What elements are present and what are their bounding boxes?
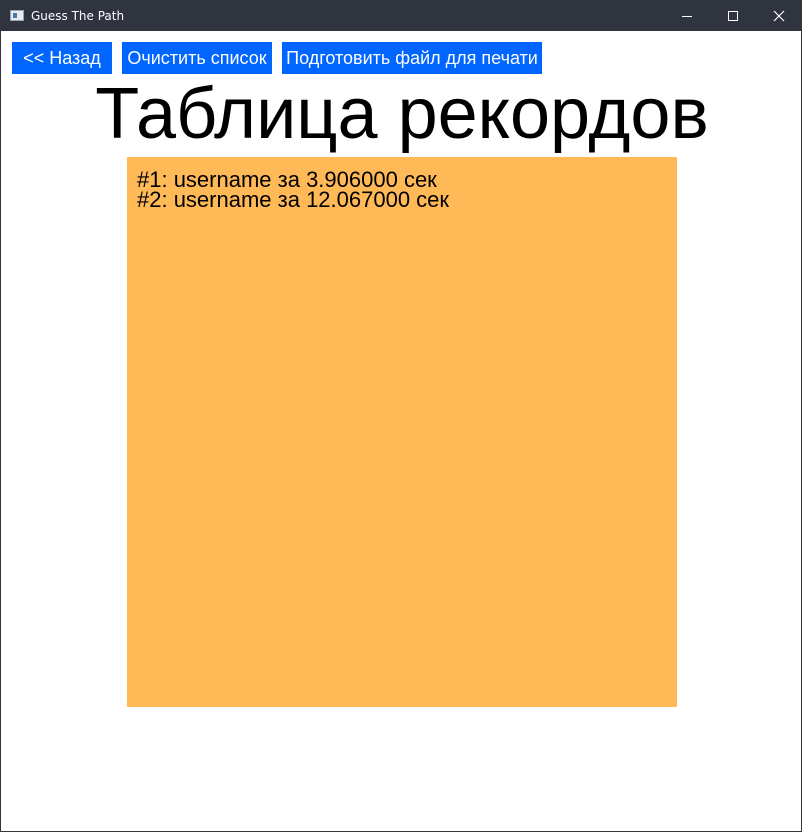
page-title: Таблица рекордов xyxy=(95,74,709,154)
back-button[interactable]: << Назад xyxy=(12,42,112,74)
records-panel: #1: username за 3.906000 сек #2: usernam… xyxy=(127,157,677,707)
close-icon[interactable] xyxy=(756,1,802,31)
app-window: Guess The Path << Назад Очистить список … xyxy=(0,0,802,832)
maximize-icon[interactable] xyxy=(710,1,756,31)
record-item: #2: username за 12.067000 сек xyxy=(137,187,450,212)
app-window-icon xyxy=(10,10,24,21)
window-title: Guess The Path xyxy=(31,9,125,23)
records-list: #1: username за 3.906000 сек #2: usernam… xyxy=(137,169,450,212)
clear-list-button[interactable]: Очистить список xyxy=(122,42,272,74)
title-bar[interactable]: Guess The Path xyxy=(1,1,801,31)
prepare-print-file-button[interactable]: Подготовить файл для печати xyxy=(282,42,542,74)
minimize-icon[interactable] xyxy=(664,1,710,31)
